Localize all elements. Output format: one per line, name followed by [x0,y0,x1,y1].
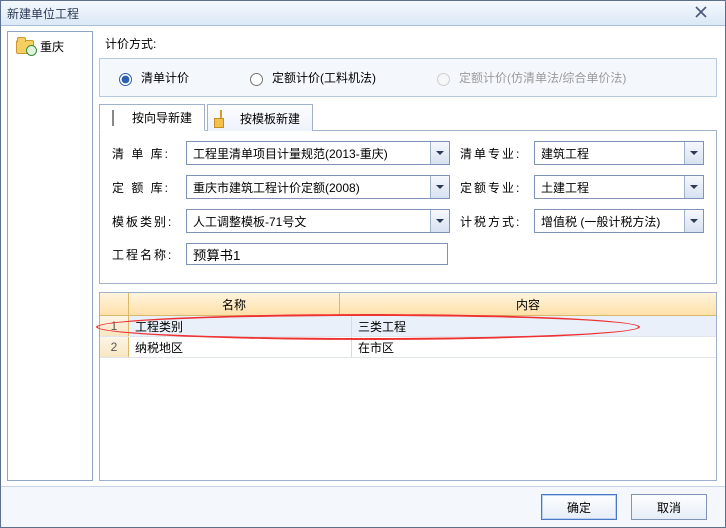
list-lib-label: 清 单 库: [112,145,176,162]
row-content: 在市区 [352,337,716,357]
pricing-panel: 清单计价 定额计价(工料机法) 定额计价(仿清单法/综合单价法) [99,58,717,97]
norm-spec-label: 定额专业: [460,179,524,196]
norm-lib-label: 定 额 库: [112,179,176,196]
grid-row[interactable]: 2 纳税地区 在市区 [100,337,716,358]
chevron-down-icon[interactable] [684,210,703,232]
radio-label: 清单计价 [141,69,189,86]
list-spec-combo[interactable]: 建筑工程 [534,141,704,165]
row-name: 纳税地区 [129,337,352,357]
properties-grid[interactable]: 名称 内容 1 工程类别 三类工程 2 纳税地区 在市区 [99,292,717,481]
title-bar: 新建单位工程 [1,1,725,26]
chevron-down-icon[interactable] [430,176,449,198]
radio-norm-pricing-fqdf: 定额计价(仿清单法/综合单价法) [432,69,626,86]
tree-root-item[interactable]: 重庆 [8,32,92,61]
norm-spec-combo[interactable]: 土建工程 [534,175,704,199]
chevron-down-icon[interactable] [684,142,703,164]
grid-header: 名称 内容 [100,293,716,316]
row-index: 2 [100,337,129,357]
combo-value: 土建工程 [535,179,684,196]
list-lib-combo[interactable]: 工程里清单项目计量规范(2013-重庆) [186,141,450,165]
grid-row[interactable]: 1 工程类别 三类工程 [100,316,716,337]
proj-name-input[interactable] [186,243,448,265]
wizard-icon [112,110,114,126]
chevron-down-icon[interactable] [430,210,449,232]
col-name: 名称 [129,293,340,315]
row-index: 1 [100,316,129,336]
tax-method-label: 计税方式: [460,213,524,230]
dialog-footer: 确定 取消 [1,486,725,527]
window-title: 新建单位工程 [7,5,79,22]
combo-value: 人工调整模板-71号文 [187,213,430,230]
radio-input[interactable] [119,73,132,86]
list-spec-label: 清单专业: [460,145,524,162]
norm-lib-combo[interactable]: 重庆市建筑工程计价定额(2008) [186,175,450,199]
radio-input[interactable] [250,73,263,86]
combo-value: 建筑工程 [535,145,684,162]
radio-norm-pricing-gljf[interactable]: 定额计价(工料机法) [245,69,376,86]
tab-template[interactable]: 按模板新建 [207,104,313,131]
tab-label: 按向导新建 [132,109,192,126]
chevron-down-icon[interactable] [684,176,703,198]
radio-label: 定额计价(仿清单法/综合单价法) [459,69,626,86]
combo-value: 重庆市建筑工程计价定额(2008) [187,179,430,196]
combo-value: 工程里清单项目计量规范(2013-重庆) [187,145,430,162]
tab-label: 按模板新建 [240,110,300,127]
tree-root-label: 重庆 [40,38,64,55]
radio-list-pricing[interactable]: 清单计价 [114,69,189,86]
pricing-label: 计价方式: [97,31,719,58]
cancel-button[interactable]: 取消 [631,494,707,520]
project-tree[interactable]: 重庆 [7,31,93,481]
row-content: 三类工程 [352,316,716,336]
folder-icon [16,40,34,54]
dialog-window: 新建单位工程 重庆 计价方式: 清单计价 定额 [0,0,726,528]
close-icon[interactable] [681,3,721,21]
radio-label: 定额计价(工料机法) [272,69,376,86]
proj-name-label: 工程名称: [112,246,176,263]
ok-button[interactable]: 确定 [541,494,617,520]
radio-input [437,73,450,86]
row-name: 工程类别 [129,316,352,336]
col-content: 内容 [340,293,716,315]
tax-method-combo[interactable]: 增值税 (一般计税方法) [534,209,704,233]
tpl-cat-combo[interactable]: 人工调整模板-71号文 [186,209,450,233]
tab-wizard[interactable]: 按向导新建 [99,104,205,131]
combo-value: 增值税 (一般计税方法) [535,213,684,230]
wizard-form: 清 单 库: 工程里清单项目计量规范(2013-重庆) 清单专业: 建筑工程 定… [99,131,717,284]
chevron-down-icon[interactable] [430,142,449,164]
template-icon [220,110,222,126]
tpl-cat-label: 模板类别: [112,213,176,230]
tab-bar: 按向导新建 按模板新建 [99,103,717,131]
